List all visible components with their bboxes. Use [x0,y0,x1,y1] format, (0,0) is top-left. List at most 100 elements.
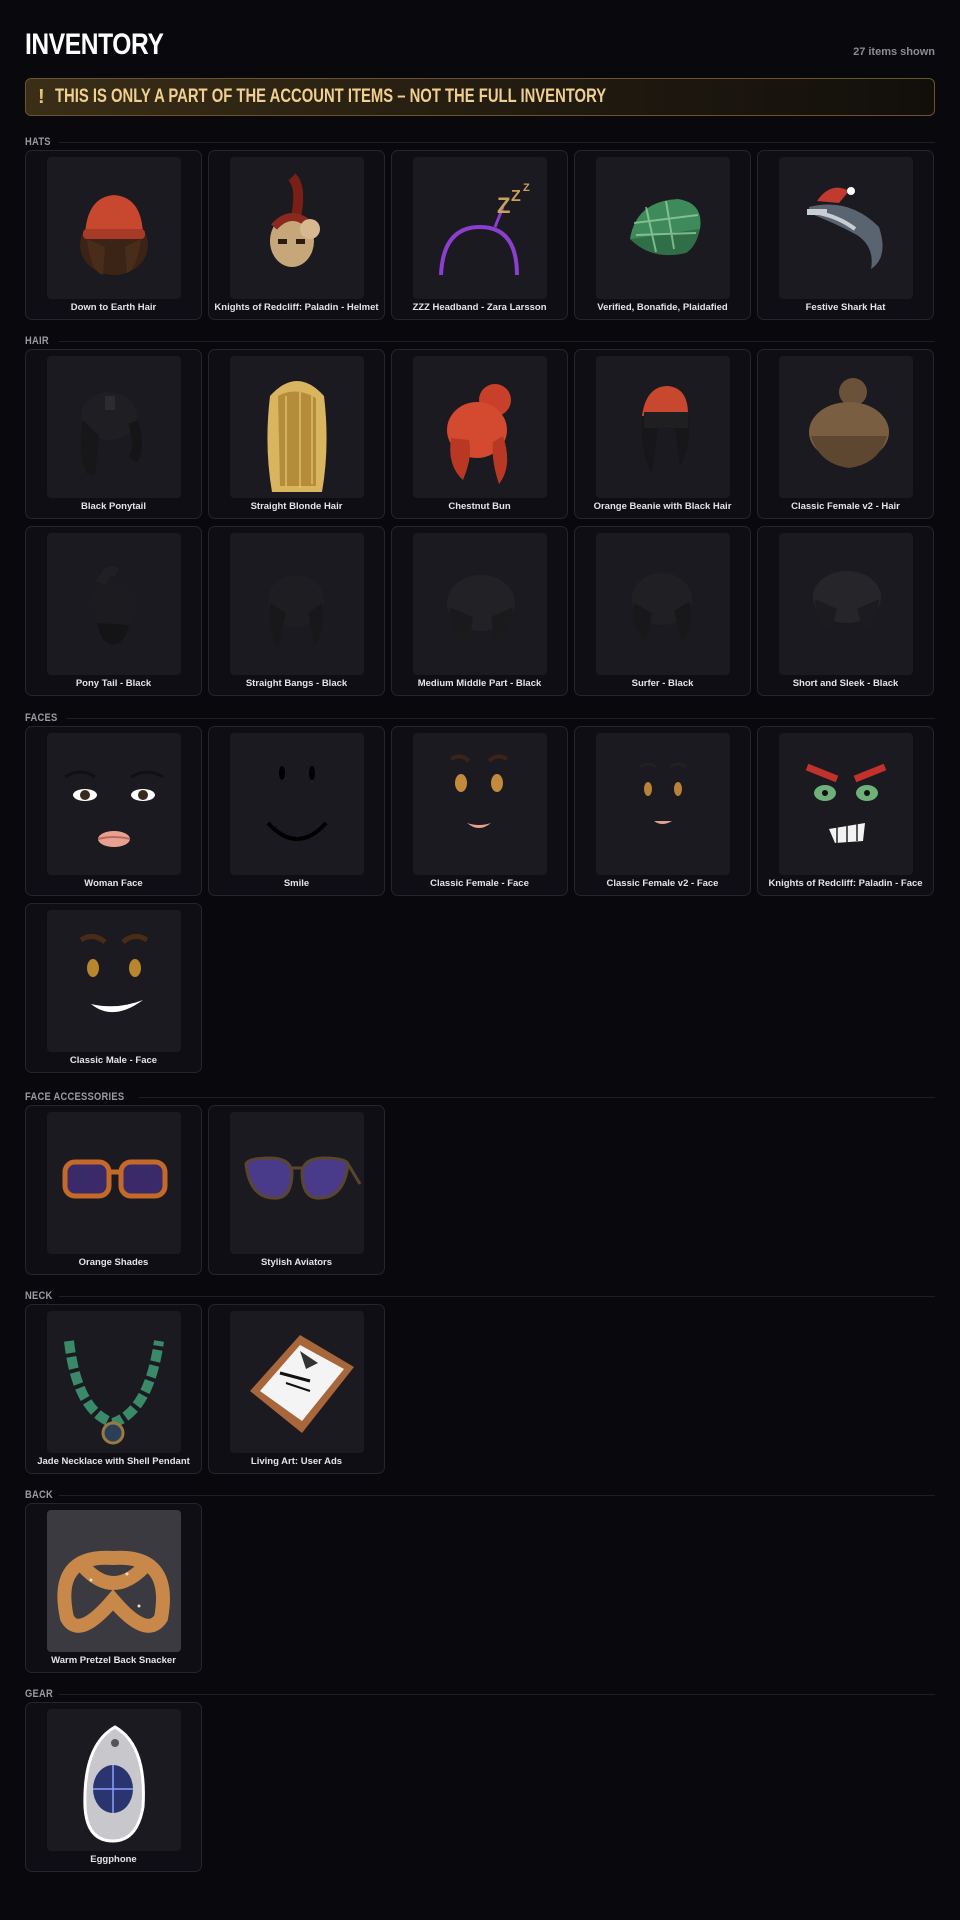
page-header: INVENTORY 27 items shown [25,0,935,78]
section-divider [59,1694,935,1695]
section-label-face-accessories: FACE ACCESSORIES [25,1091,125,1103]
woman-face-icon [47,733,181,875]
jade-necklace-icon [47,1311,181,1453]
black-bangs-hair-icon [230,533,364,675]
black-middle-part-icon [413,533,547,675]
inventory-page: INVENTORY 27 items shown ! THIS IS ONLY … [25,0,935,1872]
black-ponytail-icon [47,356,181,498]
item-name: Classic Female v2 - Hair [791,501,900,512]
inventory-item-card[interactable]: Classic Female v2 - Hair [757,349,934,519]
picture-frame-icon [230,1311,364,1453]
black-short-hair-icon [779,533,913,675]
item-name: Knights of Redcliff: Paladin - Helmet [214,302,379,313]
inventory-item-card[interactable]: Verified, Bonafide, Plaidafied [574,150,751,320]
section-label-hats: HATS [25,136,51,148]
item-name: ZZZ Headband - Zara Larsson [412,302,547,313]
orange-shades-icon [47,1112,181,1254]
classic-male-face-icon [47,910,181,1052]
orange-beanie-hair-icon [596,356,730,498]
classic-female-v2-face-icon [596,733,730,875]
item-name: Living Art: User Ads [250,1456,343,1467]
inventory-item-card[interactable]: Eggphone [25,1702,202,1872]
item-name: Orange Beanie with Black Hair [593,501,732,512]
inventory-item-card[interactable]: Black Ponytail [25,349,202,519]
item-name: Woman Face [84,878,143,889]
section-divider [59,1495,935,1496]
item-name: Classic Female v2 - Face [606,878,719,889]
inventory-item-card[interactable]: Z Z Z ZZZ Headband - Zara Larsson [391,150,568,320]
item-name: Surfer - Black [631,678,694,689]
item-name: Medium Middle Part - Black [417,678,542,689]
section-divider [138,1097,935,1098]
item-name: Warm Pretzel Back Snacker [51,1655,176,1666]
inventory-item-card[interactable]: Straight Blonde Hair [208,349,385,519]
pretzel-icon [47,1510,181,1652]
inventory-item-card[interactable]: Stylish Aviators [208,1105,385,1275]
aviators-icon [230,1112,364,1254]
section-divider [59,142,935,143]
smile-face-icon [230,733,364,875]
section-divider [59,1296,935,1297]
inventory-item-card[interactable]: Short and Sleek - Black [757,526,934,696]
inventory-item-card[interactable]: Knights of Redcliff: Paladin - Helmet [208,150,385,320]
item-name: Stylish Aviators [260,1257,333,1268]
inventory-item-card[interactable]: Down to Earth Hair [25,150,202,320]
inventory-item-card[interactable]: Straight Bangs - Black [208,526,385,696]
item-name: Straight Blonde Hair [250,501,343,512]
section-label-back: BACK [25,1489,54,1501]
inventory-item-card[interactable]: Classic Male - Face [25,903,202,1073]
inventory-item-card[interactable]: Chestnut Bun [391,349,568,519]
brown-bun-hair-icon [779,356,913,498]
black-surfer-hair-icon [596,533,730,675]
item-name: Festive Shark Hat [805,302,886,313]
inventory-item-card[interactable]: Classic Female v2 - Face [574,726,751,896]
item-name: Pony Tail - Black [75,678,152,689]
item-name: Chestnut Bun [448,501,511,512]
item-name: Black Ponytail [81,501,146,512]
svg-text:Z: Z [523,182,530,194]
inventory-item-card[interactable]: Woman Face [25,726,202,896]
inventory-item-card[interactable]: Orange Beanie with Black Hair [574,349,751,519]
red-beanie-brown-hair-icon [47,157,181,299]
inventory-item-card[interactable]: Warm Pretzel Back Snacker [25,1503,202,1673]
item-name: Eggphone [90,1854,137,1865]
item-name: Orange Shades [78,1257,149,1268]
section-divider [59,341,935,342]
black-pony-tail-icon [47,533,181,675]
red-bun-hair-icon [413,356,547,498]
inventory-item-card[interactable]: Orange Shades [25,1105,202,1275]
item-name: Classic Male - Face [69,1055,158,1066]
inventory-item-card[interactable]: Pony Tail - Black [25,526,202,696]
inventory-item-card[interactable]: Smile [208,726,385,896]
inventory-item-card[interactable]: Surfer - Black [574,526,751,696]
item-name: Classic Female - Face [430,878,529,889]
svg-text:Z: Z [511,188,521,205]
inventory-item-card[interactable]: Jade Necklace with Shell Pendant [25,1304,202,1474]
section-label-neck: NECK [25,1290,53,1302]
section-label-faces: FACES [25,712,58,724]
section-divider [66,718,935,719]
inventory-item-card[interactable]: Medium Middle Part - Black [391,526,568,696]
page-title: INVENTORY [25,28,164,61]
section-label-gear: GEAR [25,1688,54,1700]
inventory-item-card[interactable]: Living Art: User Ads [208,1304,385,1474]
blonde-hair-icon [230,356,364,498]
item-name: Knights of Redcliff: Paladin - Face [768,878,923,889]
warning-text: THIS IS ONLY A PART OF THE ACCOUNT ITEMS… [54,86,606,107]
paladin-face-icon [779,733,913,875]
svg-text:Z: Z [497,193,510,218]
item-name: Straight Bangs - Black [245,678,348,689]
item-name: Smile [283,878,310,889]
shark-hat-icon [779,157,913,299]
item-name: Down to Earth Hair [70,302,157,313]
inventory-item-card[interactable]: Festive Shark Hat [757,150,934,320]
zzz-headband-icon: ZZZ [413,157,547,299]
item-name: Verified, Bonafide, Plaidafied [597,302,728,313]
item-name: Short and Sleek - Black [792,678,899,689]
plaid-cap-icon [596,157,730,299]
eggphone-icon [47,1709,181,1851]
paladin-helmet-icon [230,157,364,299]
classic-female-face-icon [413,733,547,875]
inventory-item-card[interactable]: Knights of Redcliff: Paladin - Face [757,726,934,896]
inventory-item-card[interactable]: Classic Female - Face [391,726,568,896]
